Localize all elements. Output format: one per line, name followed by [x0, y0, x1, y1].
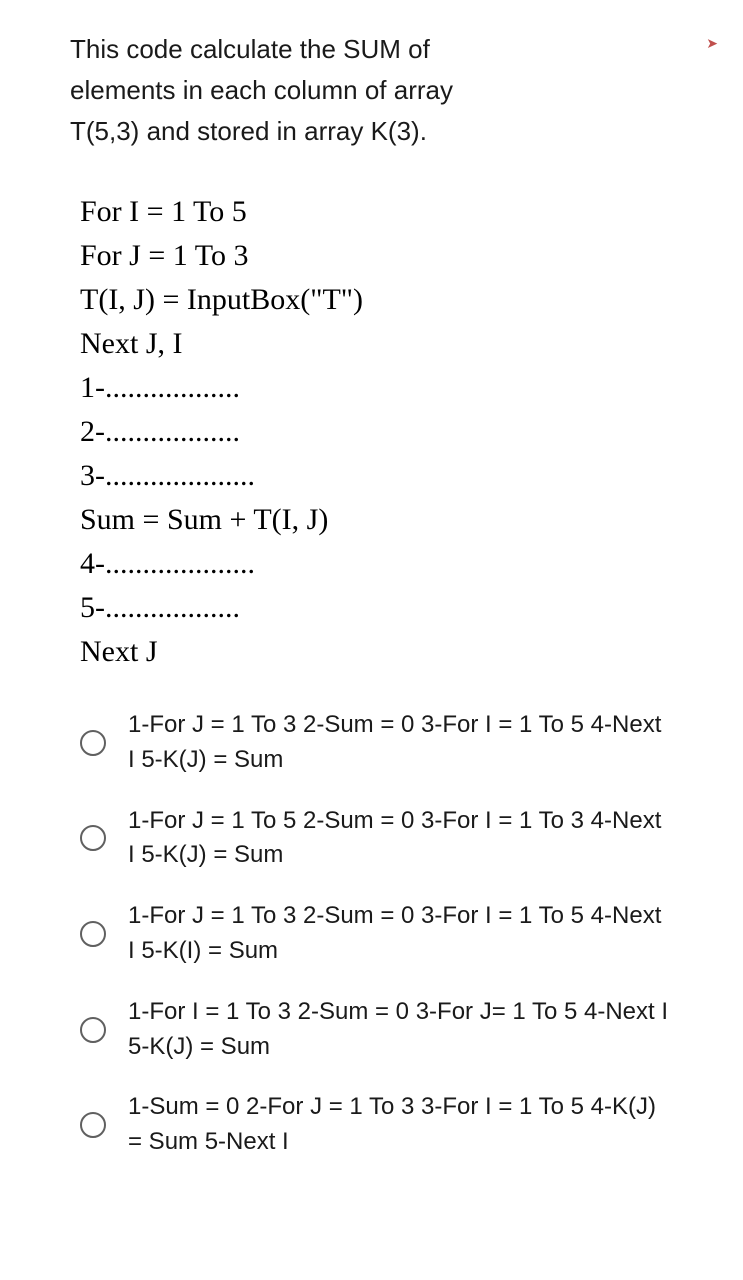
code-line-8: Sum = Sum + T(I, J)	[80, 499, 673, 541]
radio-icon	[80, 921, 106, 947]
code-line-5: 1-..................	[80, 367, 673, 409]
code-line-1: For I = 1 To 5	[80, 191, 673, 233]
code-line-3: T(I, J) = InputBox("T")	[80, 279, 673, 321]
corner-arrow-icon: ➤	[706, 35, 718, 52]
radio-icon	[80, 825, 106, 851]
option-text-3: 1-For J = 1 To 3 2-Sum = 0 3-For I = 1 T…	[128, 899, 673, 969]
question-line-3: T(5,3) and stored in array K(3).	[70, 112, 673, 151]
option-5[interactable]: 1-Sum = 0 2-For J = 1 To 3 3-For I = 1 T…	[80, 1090, 673, 1160]
code-line-7: 3-....................	[80, 455, 673, 497]
option-1[interactable]: 1-For J = 1 To 3 2-Sum = 0 3-For I = 1 T…	[80, 708, 673, 778]
code-line-4: Next J, I	[80, 323, 673, 365]
option-text-5: 1-Sum = 0 2-For J = 1 To 3 3-For I = 1 T…	[128, 1090, 673, 1160]
option-2[interactable]: 1-For J = 1 To 5 2-Sum = 0 3-For I = 1 T…	[80, 804, 673, 874]
radio-icon	[80, 730, 106, 756]
radio-icon	[80, 1017, 106, 1043]
radio-icon	[80, 1112, 106, 1138]
question-line-2: elements in each column of array	[70, 71, 673, 110]
option-4[interactable]: 1-For I = 1 To 3 2-Sum = 0 3-For J= 1 To…	[80, 995, 673, 1065]
code-line-10: 5-..................	[80, 587, 673, 629]
option-text-1: 1-For J = 1 To 3 2-Sum = 0 3-For I = 1 T…	[128, 708, 673, 778]
option-text-4: 1-For I = 1 To 3 2-Sum = 0 3-For J= 1 To…	[128, 995, 673, 1065]
question-prompt: This code calculate the SUM of elements …	[70, 30, 673, 151]
option-3[interactable]: 1-For J = 1 To 3 2-Sum = 0 3-For I = 1 T…	[80, 899, 673, 969]
code-line-2: For J = 1 To 3	[80, 235, 673, 277]
options-group: 1-For J = 1 To 3 2-Sum = 0 3-For I = 1 T…	[80, 708, 673, 1160]
code-block: For I = 1 To 5 For J = 1 To 3 T(I, J) = …	[80, 191, 673, 673]
question-line-1: This code calculate the SUM of	[70, 30, 673, 69]
code-line-6: 2-..................	[80, 411, 673, 453]
code-line-9: 4-....................	[80, 543, 673, 585]
code-line-11: Next J	[80, 631, 673, 673]
option-text-2: 1-For J = 1 To 5 2-Sum = 0 3-For I = 1 T…	[128, 804, 673, 874]
